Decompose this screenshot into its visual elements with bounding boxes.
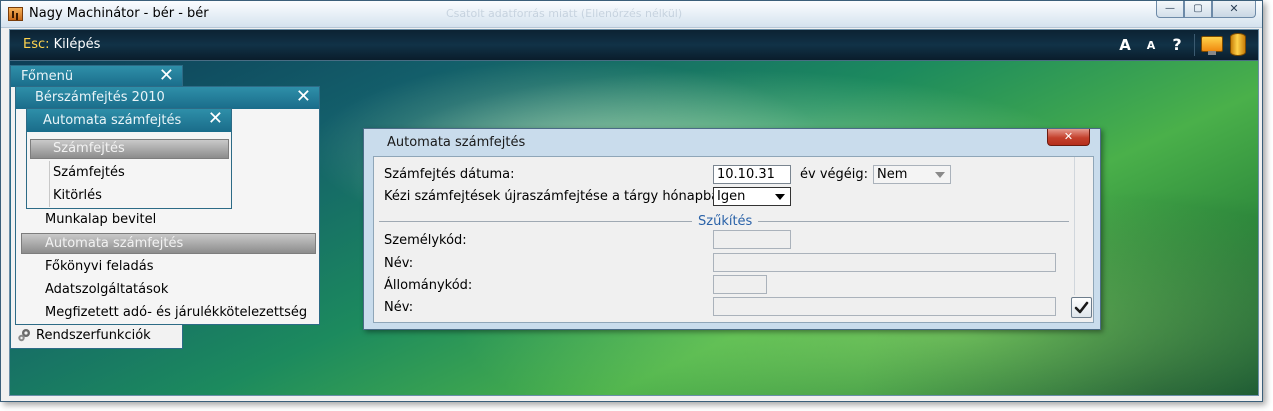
command-bar: Esc: Kilépés A A ? xyxy=(10,30,1258,61)
esc-key-hint: Esc: xyxy=(23,37,50,52)
person-code-field[interactable] xyxy=(713,230,791,249)
menu-item-calculation-selected[interactable]: Számfejtés xyxy=(30,139,229,159)
exit-label: Kilépés xyxy=(53,37,101,52)
app-icon xyxy=(8,7,23,21)
database-icon[interactable] xyxy=(1230,33,1246,56)
staff-code-field[interactable] xyxy=(713,275,767,294)
window-title: Nagy Machinátor - bér - bér xyxy=(29,6,209,21)
menu-item-data-services[interactable]: Adatszolgáltatások xyxy=(45,282,168,297)
font-smaller-button[interactable]: A xyxy=(1143,35,1159,55)
year-end-label: év végéig: xyxy=(800,167,869,182)
name-label-2: Név: xyxy=(384,300,414,315)
exit-button[interactable]: Esc: Kilépés xyxy=(23,37,100,52)
menu-item-auto-payroll[interactable]: Automata számfejtés xyxy=(21,233,316,254)
dialog-close-button[interactable]: ✕ xyxy=(1047,129,1090,146)
year-end-select[interactable]: Nem xyxy=(873,165,951,184)
name-field-2[interactable] xyxy=(713,297,1056,316)
payroll-menu-header: Bérszámfejtés 2010 ✕ xyxy=(16,87,319,109)
chevron-down-icon xyxy=(935,172,945,178)
window-status-ghost: Csatolt adatforrás miatt (Ellenőrzés nél… xyxy=(446,7,683,20)
window-titlebar: Nagy Machinátor - bér - bér Csatolt adat… xyxy=(1,1,1262,28)
ok-button[interactable] xyxy=(1071,297,1092,318)
staff-code-label: Állománykód: xyxy=(384,278,473,293)
toolbar-divider xyxy=(1194,34,1195,56)
date-label: Számfejtés dátuma: xyxy=(384,167,515,182)
menu-item-delete[interactable]: Kitörlés xyxy=(53,188,102,203)
recalc-select[interactable]: Igen xyxy=(713,187,791,206)
year-end-value: Nem xyxy=(877,167,908,182)
menu-item-ledger-posting[interactable]: Főkönyvi feladás xyxy=(45,259,154,274)
dialog-body: Számfejtés dátuma: 10.10.31 év végéig: N… xyxy=(373,156,1094,323)
dialog-title: Automata számfejtés xyxy=(387,135,526,150)
menu-item-calculation[interactable]: Számfejtés xyxy=(53,165,125,180)
name-field-1[interactable] xyxy=(713,253,1056,272)
main-menu-close-icon[interactable]: ✕ xyxy=(159,66,174,86)
submenu-divider xyxy=(49,161,50,207)
auto-menu-title: Automata számfejtés xyxy=(43,113,182,128)
monitor-icon[interactable] xyxy=(1201,36,1223,55)
help-button[interactable]: ? xyxy=(1168,35,1186,55)
window-controls: — ▢ ✕ xyxy=(1156,1,1256,19)
checkmark-icon xyxy=(1074,301,1089,314)
workspace: Esc: Kilépés A A ? Főmenü ✕ Rendszerfunk… xyxy=(9,29,1259,396)
name-label-1: Név: xyxy=(384,256,414,271)
filter-section-title: Szűkítés xyxy=(692,214,759,229)
app-window: Nagy Machinátor - bér - bér Csatolt adat… xyxy=(0,0,1263,402)
auto-menu-panel: Automata számfejtés ✕ Számfejtés Számfej… xyxy=(26,108,232,209)
auto-payroll-dialog: Automata számfejtés ✕ Számfejtés dátuma:… xyxy=(363,128,1101,330)
date-field[interactable]: 10.10.31 xyxy=(713,165,791,184)
auto-menu-close-icon[interactable]: ✕ xyxy=(208,109,223,129)
recalc-label: Kézi számfejtések újraszámfejtése a tárg… xyxy=(384,189,732,204)
dialog-content-edge xyxy=(1074,157,1075,295)
payroll-menu-title: Bérszámfejtés 2010 xyxy=(35,90,165,105)
close-window-button[interactable]: ✕ xyxy=(1212,1,1256,18)
maximize-button[interactable]: ▢ xyxy=(1184,1,1212,18)
menu-item-paid-tax[interactable]: Megfizetett adó- és járulékkötelezettség xyxy=(45,305,307,320)
main-menu-title: Főmenü xyxy=(21,69,74,84)
menu-item-worksheet-entry[interactable]: Munkalap bevitel xyxy=(45,212,156,227)
auto-menu-header: Automata számfejtés ✕ xyxy=(27,109,231,132)
menu-item-system-functions[interactable]: Rendszerfunkciók xyxy=(36,328,151,343)
main-menu-header: Főmenü ✕ xyxy=(11,66,182,87)
gears-icon xyxy=(18,329,30,342)
recalc-value: Igen xyxy=(717,189,746,204)
chevron-down-icon xyxy=(775,194,785,200)
person-code-label: Személykód: xyxy=(384,233,467,248)
payroll-menu-close-icon[interactable]: ✕ xyxy=(296,87,311,107)
font-larger-button[interactable]: A xyxy=(1116,35,1134,55)
minimize-button[interactable]: — xyxy=(1156,1,1184,18)
